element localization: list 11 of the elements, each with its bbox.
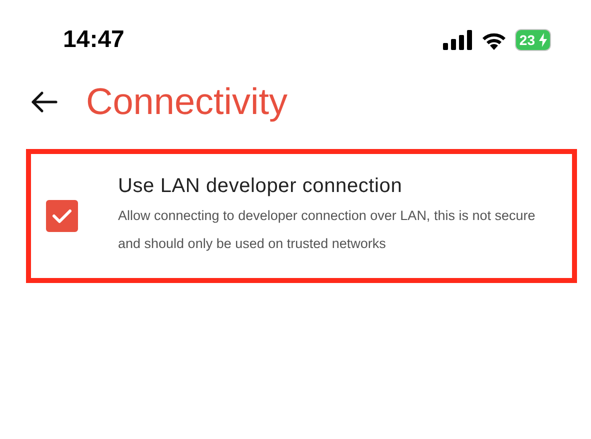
bolt-icon	[539, 33, 547, 47]
page-title: Connectivity	[86, 81, 288, 123]
back-button[interactable]	[30, 90, 58, 114]
signal-icon	[443, 30, 474, 50]
status-time: 14:47	[63, 26, 124, 54]
checkbox[interactable]	[46, 200, 78, 232]
setting-description: Allow connecting to developer connection over LAN, this is not secure and should only be used on trusted networks	[118, 206, 536, 253]
check-icon	[52, 208, 72, 224]
battery-indicator: 23	[515, 29, 551, 51]
setting-title: Use LAN developer connection	[118, 174, 404, 198]
wifi-icon	[481, 30, 508, 50]
